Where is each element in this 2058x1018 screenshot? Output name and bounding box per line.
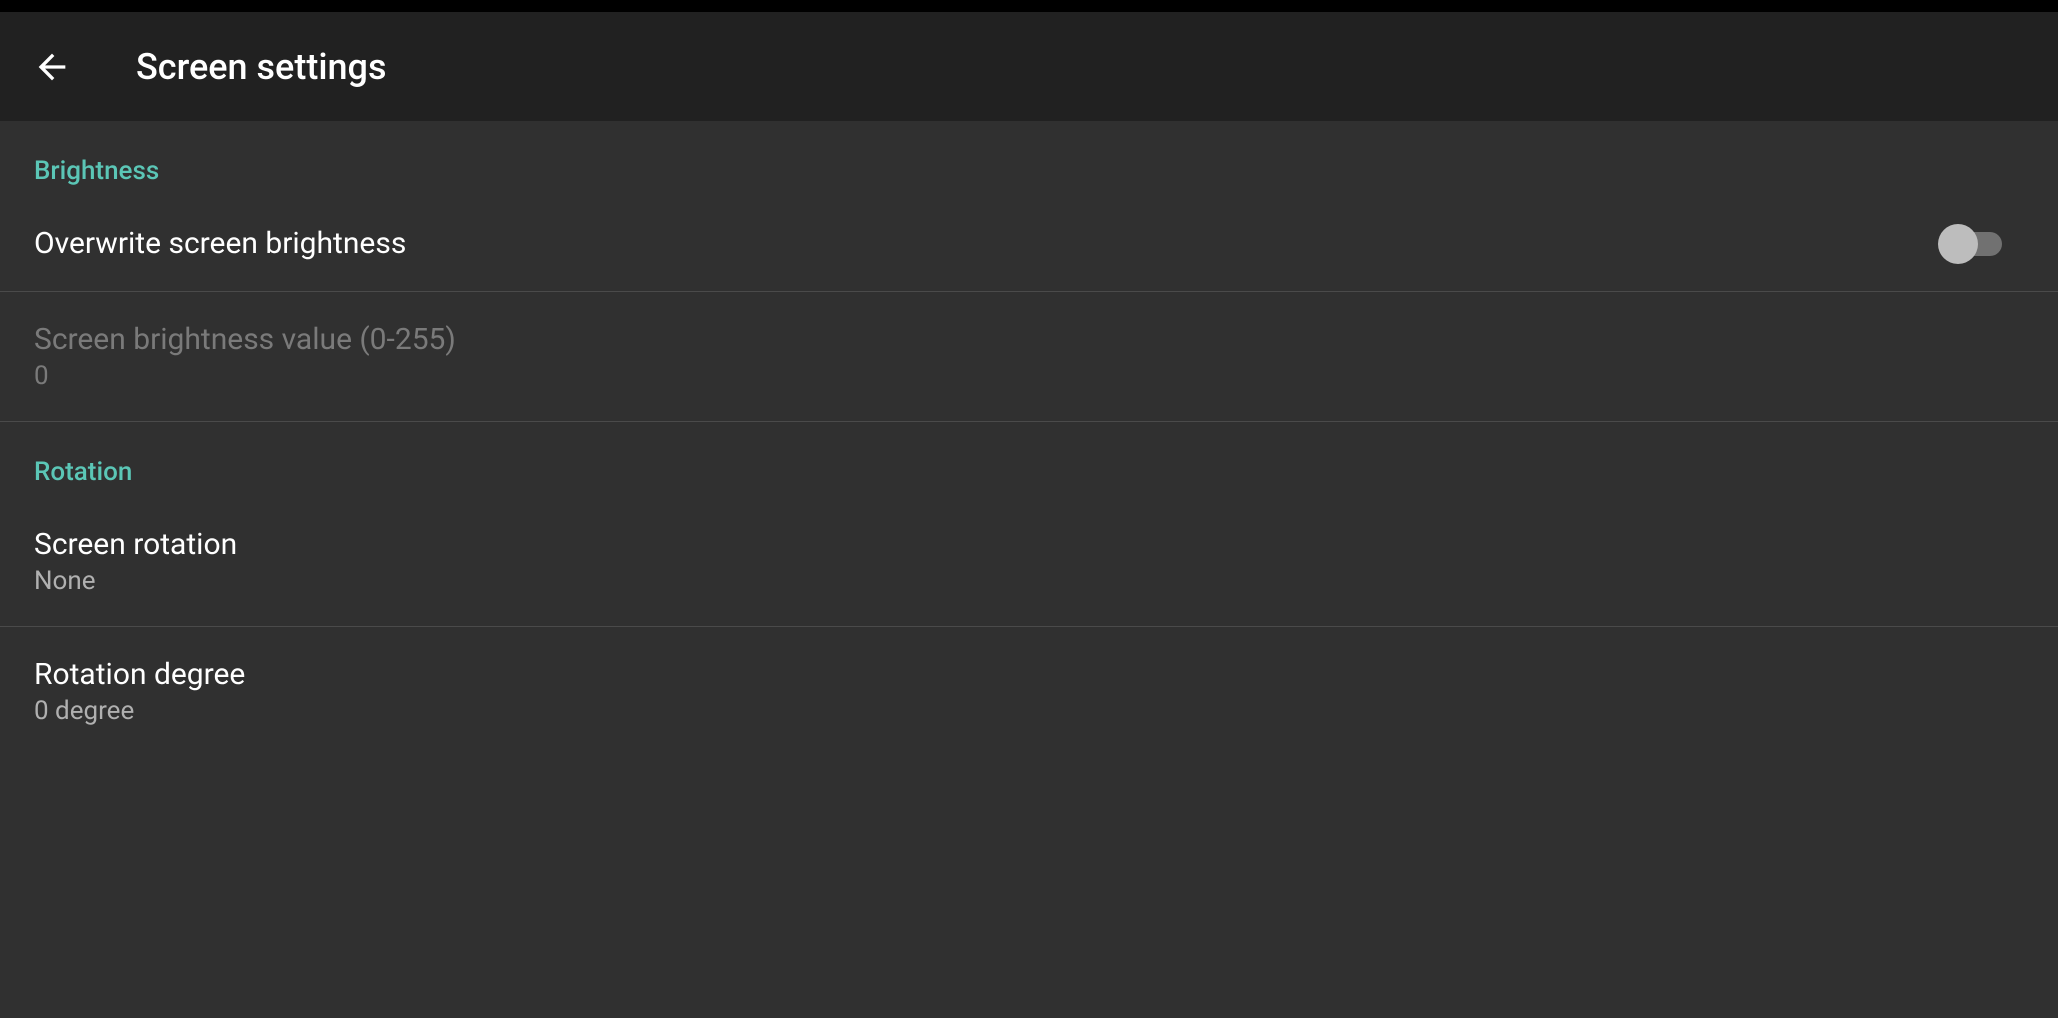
setting-label: Screen rotation <box>34 527 237 562</box>
app-header: Screen settings <box>0 12 2058 121</box>
setting-value: 0 degree <box>34 696 245 726</box>
setting-label: Overwrite screen brightness <box>34 226 406 261</box>
back-button[interactable] <box>28 43 76 91</box>
content-area: Brightness Overwrite screen brightness S… <box>0 121 2058 1018</box>
setting-value: 0 <box>34 361 456 391</box>
section-header-brightness: Brightness <box>0 121 2058 196</box>
setting-label: Rotation degree <box>34 657 245 692</box>
toggle-overwrite-brightness[interactable] <box>1938 230 2006 258</box>
arrow-left-icon <box>32 47 72 87</box>
setting-label: Screen brightness value (0-255) <box>34 322 456 357</box>
setting-value: None <box>34 566 237 596</box>
status-bar <box>0 0 2058 12</box>
section-header-rotation: Rotation <box>0 422 2058 497</box>
setting-brightness-value: Screen brightness value (0-255) 0 <box>0 292 2058 422</box>
setting-rotation-degree[interactable]: Rotation degree 0 degree <box>0 627 2058 756</box>
toggle-thumb <box>1938 224 1978 264</box>
setting-overwrite-brightness[interactable]: Overwrite screen brightness <box>0 196 2058 292</box>
page-title: Screen settings <box>136 46 386 88</box>
setting-screen-rotation[interactable]: Screen rotation None <box>0 497 2058 627</box>
